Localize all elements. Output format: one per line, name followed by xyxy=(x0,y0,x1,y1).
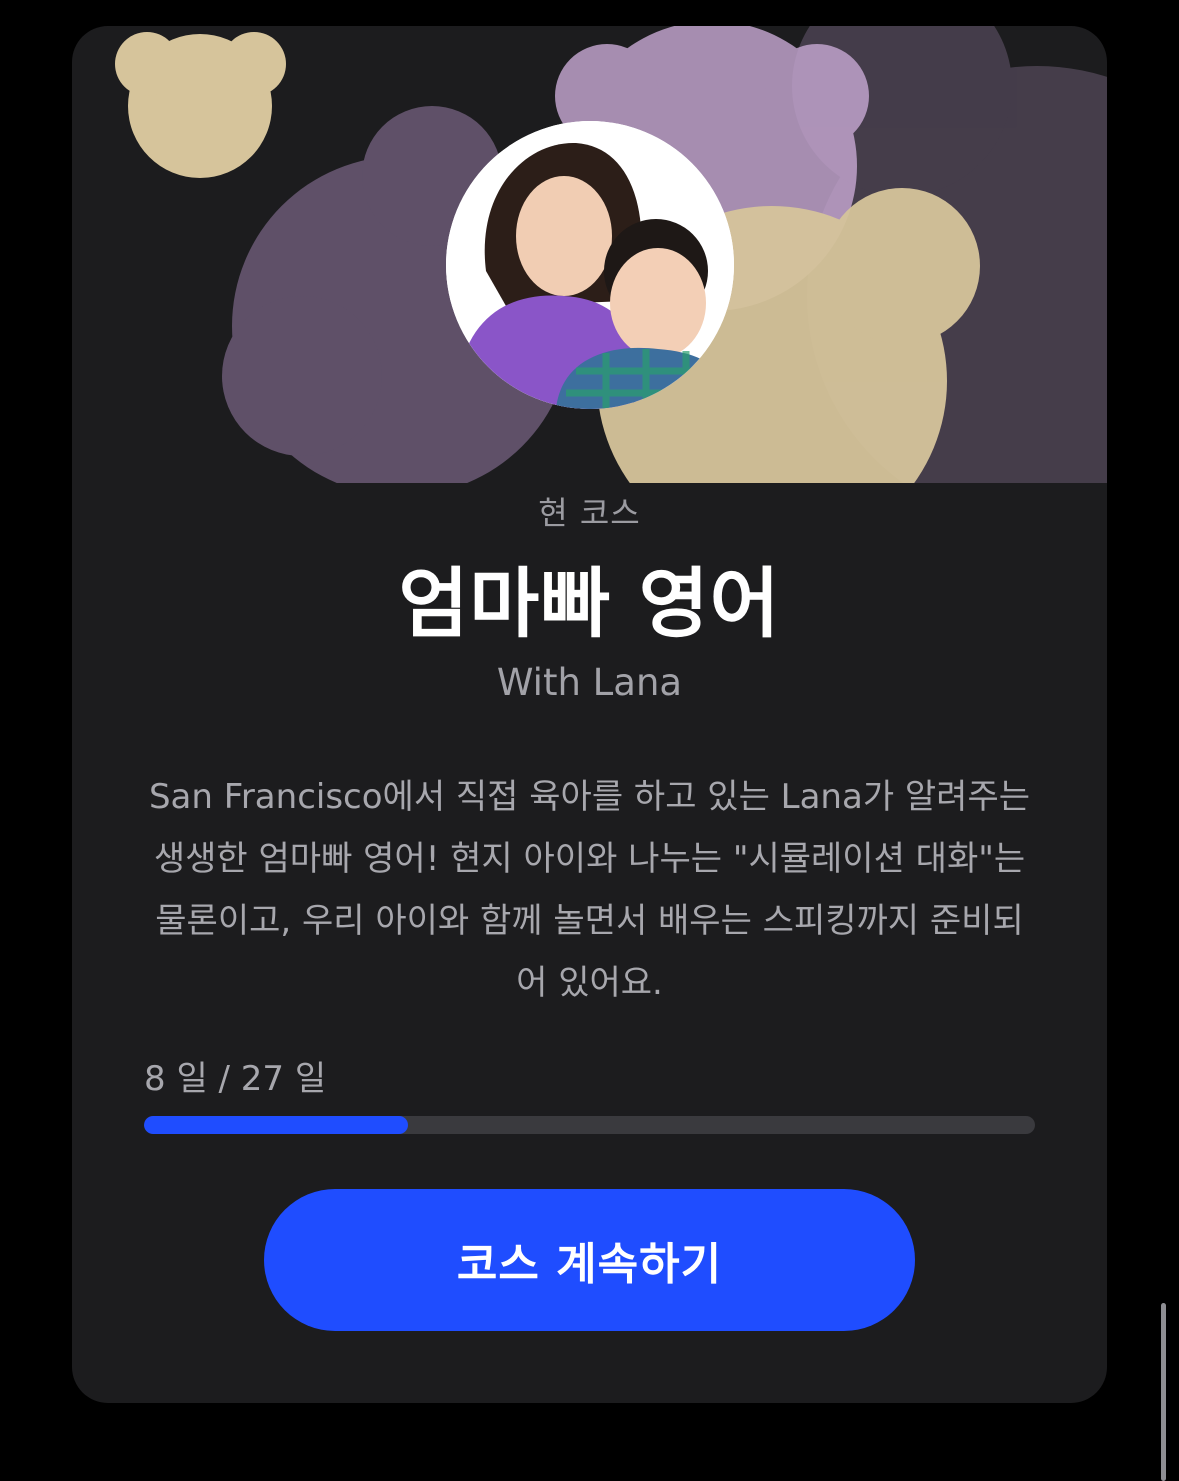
course-avatar-image xyxy=(446,121,734,409)
scrollbar[interactable] xyxy=(1161,1303,1166,1481)
course-card: 현 코스 엄마빠 영어 With Lana San Francisco에서 직접… xyxy=(72,26,1107,1403)
continue-course-button[interactable]: 코스 계속하기 xyxy=(264,1189,915,1331)
course-subtitle: With Lana xyxy=(496,661,683,704)
course-description: San Francisco에서 직접 육아를 하고 있는 Lana가 알려주는 … xyxy=(148,777,1031,1003)
progress-bar-fill xyxy=(144,1116,408,1134)
progress-bar xyxy=(144,1116,1035,1134)
progress-text: 8 일 / 27 일 xyxy=(144,1059,327,1099)
course-title: 엄마빠 영어 xyxy=(398,559,781,648)
current-course-label: 현 코스 xyxy=(538,494,641,532)
hero-illustration xyxy=(72,26,1107,483)
